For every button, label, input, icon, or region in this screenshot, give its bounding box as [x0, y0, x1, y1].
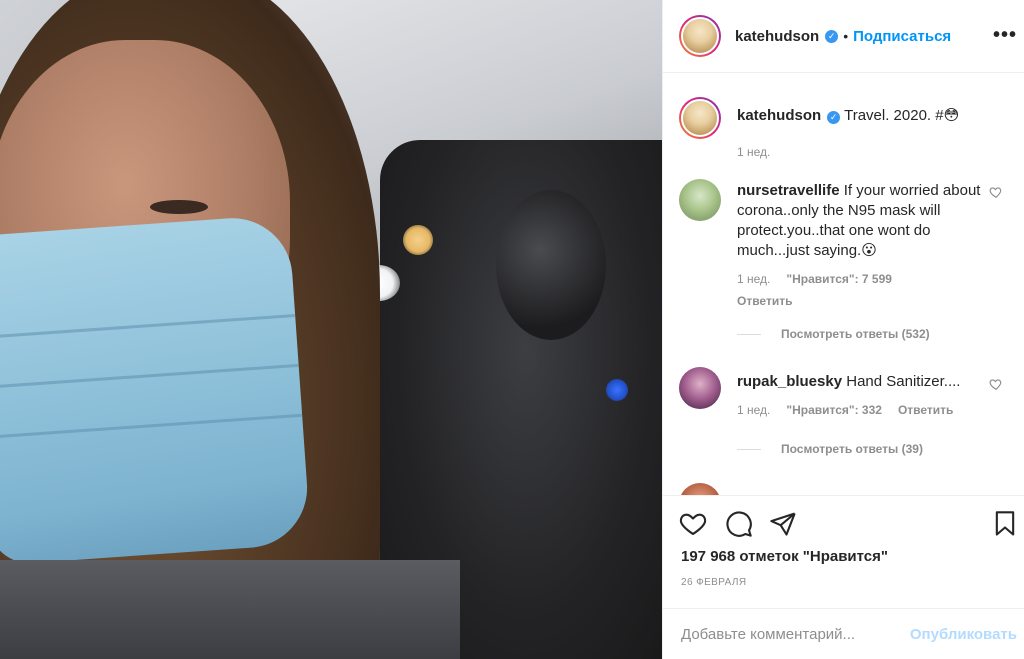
share-icon[interactable]	[769, 510, 797, 538]
view-replies-label: Посмотреть ответы (39)	[781, 442, 923, 456]
reply-button[interactable]: Ответить	[737, 291, 987, 311]
commenter-avatar[interactable]	[679, 179, 721, 221]
verified-badge-icon: ✓	[825, 29, 839, 43]
view-replies-button[interactable]: Посмотреть ответы (532)	[737, 327, 930, 341]
comment-like-heart-icon[interactable]	[989, 185, 1003, 199]
add-comment-bar: Опубликовать	[663, 608, 1024, 659]
cabin-light-warm	[403, 225, 433, 255]
comment-like-heart-icon[interactable]	[989, 377, 1003, 391]
seat-headrest	[496, 190, 606, 340]
comment-username[interactable]: rupak_bluesky	[737, 373, 842, 390]
heart-icon[interactable]	[679, 510, 707, 538]
divider	[737, 448, 761, 450]
commenter-avatar[interactable]	[679, 367, 721, 409]
post-photo[interactable]	[0, 0, 662, 659]
caption-username[interactable]: katehudson	[737, 107, 821, 124]
more-options-icon[interactable]: •••	[993, 24, 1017, 47]
reply-button[interactable]: Ответить	[898, 400, 953, 420]
eye-left	[150, 200, 208, 214]
blue-indicator-light	[606, 379, 628, 401]
bookmark-icon[interactable]	[991, 510, 1019, 538]
mask-pleat	[0, 363, 299, 390]
divider	[737, 333, 761, 335]
caption-time[interactable]: 1 нед.	[737, 142, 770, 162]
likes-count[interactable]: 197 968 отметок "Нравится"	[681, 548, 888, 565]
mask-pleat	[0, 313, 296, 340]
commenter-avatar[interactable]	[679, 483, 721, 495]
comment-text: Hand Sanitizer....	[846, 373, 961, 390]
comment-icon[interactable]	[725, 510, 753, 538]
author-username[interactable]: katehudson	[735, 28, 819, 45]
verified-badge-icon: ✓	[827, 111, 841, 124]
post-header: katehudson ✓ • Подписаться •••	[663, 0, 1024, 73]
comment-time[interactable]: 1 нед.	[737, 400, 770, 420]
post-actions	[663, 495, 1024, 545]
mask-pleat	[0, 413, 303, 440]
face-mask	[0, 214, 312, 566]
comments-list[interactable]: katehudson ✓ Travel. 2020. #😳 1 нед. nurs…	[663, 73, 1024, 495]
comment-input[interactable]	[681, 625, 881, 643]
caption-text: Travel. 2020. #😳	[844, 107, 960, 124]
post-side-panel: katehudson ✓ • Подписаться ••• katehudso…	[662, 0, 1024, 659]
author-avatar[interactable]	[679, 15, 721, 57]
comment-username[interactable]: nursetravellife	[737, 182, 840, 199]
comment-likes[interactable]: "Нравится": 332	[786, 400, 882, 420]
post-date[interactable]: 26 февраля	[681, 577, 747, 588]
follow-button[interactable]: Подписаться	[853, 28, 951, 45]
shirt	[0, 560, 460, 659]
view-replies-button[interactable]: Посмотреть ответы (39)	[737, 442, 923, 456]
comment-likes[interactable]: "Нравится": 7 599	[786, 269, 892, 289]
comment-time[interactable]: 1 нед.	[737, 269, 770, 289]
post-comment-button[interactable]: Опубликовать	[910, 626, 1017, 643]
view-replies-label: Посмотреть ответы (532)	[781, 327, 930, 341]
author-avatar[interactable]	[679, 97, 721, 139]
separator-dot: •	[843, 28, 849, 44]
